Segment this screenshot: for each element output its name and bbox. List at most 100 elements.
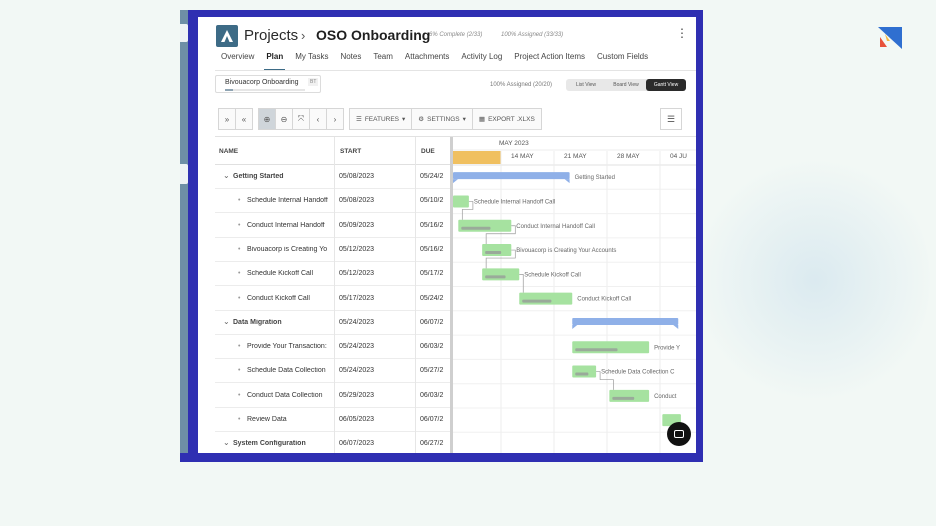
gantt-timeline: Getting Started Schedule Internal Handoff…: [453, 149, 696, 453]
group-summary-bar[interactable]: [572, 317, 679, 325]
export-label: EXPORT .XLXS: [488, 115, 535, 123]
zoom-in-icon[interactable]: ⊕: [258, 108, 276, 130]
dependency-connector: [519, 274, 524, 293]
task-progress-bar: [612, 396, 635, 400]
stakeholder-selector[interactable]: Bivouacorp Onboarding BT: [215, 75, 321, 93]
start-date: 05/24/2023: [339, 367, 375, 375]
sidebar-toggle[interactable]: [180, 24, 188, 42]
due-column-header[interactable]: DUE: [421, 148, 435, 155]
start-date: 05/17/2023: [339, 294, 375, 302]
chevron-down-icon[interactable]: ⌄: [223, 171, 230, 180]
week-label: 14 MAY: [511, 153, 534, 160]
group-summary-bar[interactable]: [453, 172, 570, 180]
task-bar[interactable]: [453, 195, 469, 208]
stakeholder-badge: BT: [308, 78, 319, 86]
tab-attachments[interactable]: Attachments: [405, 52, 449, 66]
expand-all-icon[interactable]: «: [235, 108, 253, 130]
task-name: Conduct Kickoff Call: [247, 294, 310, 302]
bullet-icon: •: [238, 197, 241, 205]
settings-icon: ⚙: [418, 116, 425, 123]
breadcrumb-separator-icon: ›: [301, 28, 306, 43]
tab-activity-log[interactable]: Activity Log: [461, 52, 502, 66]
export-button[interactable]: ▦ EXPORT .XLXS: [471, 108, 542, 130]
tab-project-action-items[interactable]: Project Action Items: [514, 52, 585, 66]
start-column-header[interactable]: START: [340, 148, 361, 155]
gantt-view-button[interactable]: Gantt View: [646, 79, 686, 91]
scroll-right-icon[interactable]: ›: [326, 108, 344, 130]
task-bar[interactable]: [609, 389, 650, 402]
task-bar[interactable]: [519, 292, 573, 305]
app-window: Projects › OSO Onboarding 6% Complete (2…: [198, 17, 696, 453]
sidebar-active-item[interactable]: [180, 164, 188, 184]
group-bar-cap: [564, 179, 570, 184]
bullet-icon: •: [238, 343, 241, 351]
start-date: 05/29/2023: [339, 391, 375, 399]
task-name: Schedule Data Collection: [247, 367, 326, 375]
name-column-header[interactable]: NAME: [219, 148, 238, 155]
week-label: 28 MAY: [617, 153, 640, 160]
chevron-down-icon[interactable]: ⌄: [223, 438, 230, 447]
column-divider: [334, 137, 335, 453]
app-sidebar: [180, 10, 188, 453]
gantt-bar-label: Provide Y: [654, 345, 680, 351]
due-date: 06/07/2: [420, 416, 444, 423]
current-week-highlight: [453, 151, 501, 164]
gantt-grid: NAME START DUE ⌄ Getting Started 05/08/202…: [215, 136, 696, 453]
chevron-down-icon[interactable]: ⌄: [223, 317, 230, 326]
due-date: 06/27/2: [420, 440, 444, 448]
group-bar-cap: [673, 324, 679, 329]
bullet-icon: •: [238, 245, 241, 253]
scroll-left-icon[interactable]: ‹: [309, 108, 327, 130]
gantt-bar-label: Getting Started: [575, 175, 615, 181]
chat-icon[interactable]: [667, 422, 691, 446]
task-progress-bar: [461, 226, 491, 230]
complete-status: 6% Complete (2/33): [429, 32, 483, 38]
gantt-bar-label: Schedule Internal Handoff Call: [474, 199, 555, 205]
kebab-icon[interactable]: ⋮: [676, 27, 688, 39]
tab-overview[interactable]: Overview: [221, 52, 254, 66]
due-date: 05/24/2: [420, 294, 444, 302]
bullet-icon: •: [238, 221, 241, 229]
board-view-button[interactable]: Board View: [606, 79, 646, 91]
start-date: 05/12/2023: [339, 245, 375, 253]
tab-plan[interactable]: Plan: [264, 52, 286, 71]
fit-to-screen-icon[interactable]: ⤧: [292, 108, 310, 130]
start-date: 05/08/2023: [339, 173, 375, 180]
app-logo-icon[interactable]: [216, 25, 238, 47]
brand-logo-icon: [878, 27, 902, 49]
gantt-toolbar: » « ⊕ ⊖ ⤧ ‹ › ☰ FEATURES ▾ ⚙ SETTINGS ▾ ▦ EXP…: [218, 108, 542, 130]
bullet-icon: •: [238, 367, 241, 375]
task-name: Conduct Data Collection: [247, 391, 323, 399]
start-date: 06/07/2023: [339, 440, 375, 448]
tab-notes[interactable]: Notes: [340, 52, 361, 66]
tab-custom-fields[interactable]: Custom Fields: [597, 52, 648, 66]
task-bar[interactable]: [482, 268, 520, 281]
week-label: 04 JU: [670, 153, 687, 160]
task-bar[interactable]: [572, 365, 597, 378]
task-name: Data Migration: [233, 318, 282, 326]
task-name: Schedule Internal Handoff: [247, 197, 328, 205]
task-bar[interactable]: [458, 219, 512, 232]
tab-team[interactable]: Team: [373, 52, 393, 66]
zoom-out-icon[interactable]: ⊖: [275, 108, 293, 130]
collapse-all-icon[interactable]: »: [218, 108, 236, 130]
task-bar[interactable]: [572, 341, 650, 354]
start-date: 05/08/2023: [339, 197, 375, 205]
list-view-button[interactable]: List View: [566, 79, 606, 91]
task-progress-bar: [575, 372, 589, 376]
gantt-bar-label: Schedule Kickoff Call: [524, 272, 581, 278]
projects-link[interactable]: Projects: [244, 27, 298, 44]
features-label: FEATURES: [364, 115, 400, 123]
task-name: Schedule Kickoff Call: [247, 270, 314, 278]
tab-my-tasks[interactable]: My Tasks: [295, 52, 328, 66]
settings-button[interactable]: ⚙ SETTINGS ▾: [411, 108, 473, 130]
gantt-bar-label: Conduct: [654, 394, 677, 400]
features-button[interactable]: ☰ FEATURES ▾: [349, 108, 413, 130]
start-date: 06/05/2023: [339, 416, 375, 423]
hamburger-menu-icon[interactable]: ☰: [660, 108, 682, 130]
task-bar[interactable]: [482, 244, 512, 257]
due-date: 06/07/2: [420, 318, 444, 326]
caret-down-icon: ▾: [462, 116, 466, 123]
list-icon: ☰: [356, 116, 362, 123]
task-name: Bivouacorp is Creating Yo: [247, 245, 328, 253]
